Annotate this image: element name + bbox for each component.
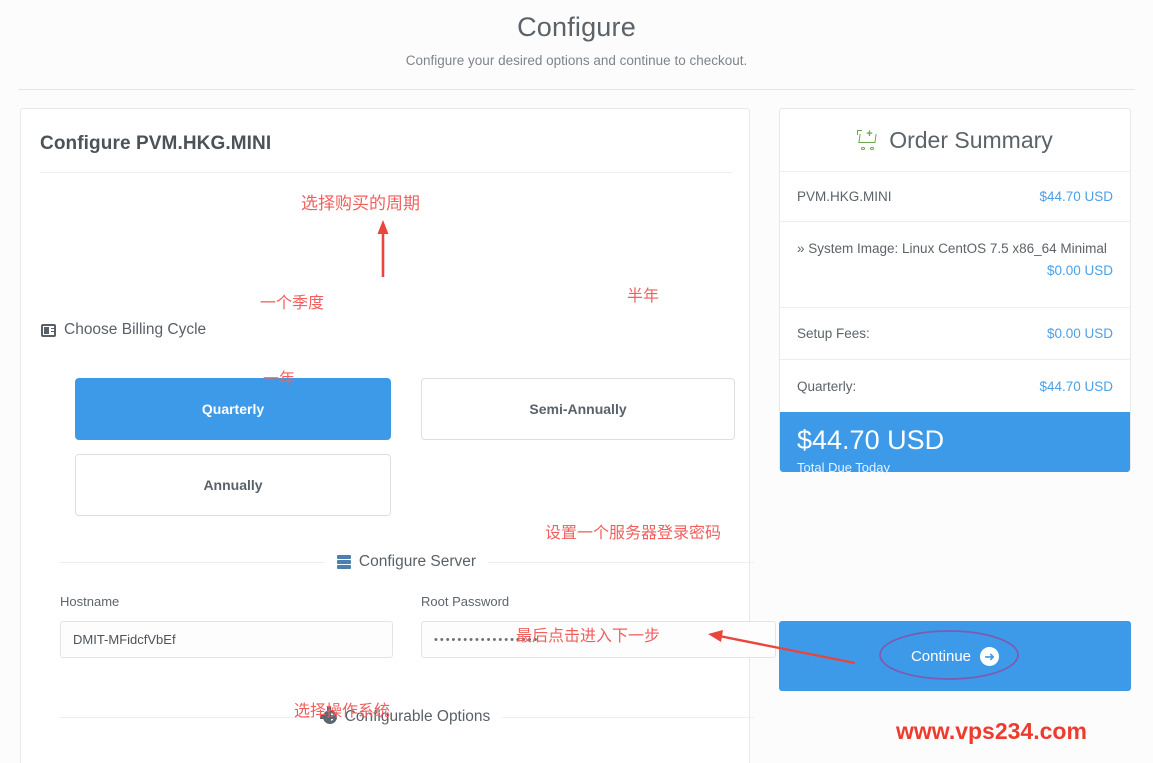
total-amount: $44.70 USD [797,425,945,455]
panel-title-divider [40,172,732,173]
order-row-amount: $44.70 USD [1039,378,1113,394]
order-row-amount: $0.00 USD [1046,326,1113,341]
annotation-annually: 一年 [263,369,296,388]
order-row-amount: $44.70 USD [1039,189,1113,204]
order-summary-row-quarterly: Quarterly: $44.70 USD [780,360,1130,412]
server-icon [336,555,351,569]
configure-server-label-text: Configure Server [358,553,477,570]
page-root: Configure Configure your desired options… [0,0,1153,763]
order-row-name: PVM.HKG.MINI [797,189,892,204]
watermark: www.vps234.com [896,718,1087,744]
shopping-cart-icon: + [857,129,879,150]
root-password-label: Root Password [421,594,510,609]
billing-cycle-quarterly-label: Quarterly [201,401,265,417]
order-summary-row-setup-fees: Setup Fees: $0.00 USD [780,308,1130,360]
total-label: Total Due Today [797,460,890,475]
order-row-amount: $0.00 USD [1046,262,1113,278]
continue-button[interactable]: Continue [779,621,1131,691]
annotation-choose-cycle: 选择购买的周期 [301,194,420,214]
divider-line-left [59,561,325,563]
configurable-options-section-header: Configurable Options [59,707,754,727]
hostname-input[interactable]: DMIT-MFidcfVbEf [60,621,393,658]
order-row-name: Quarterly: [797,378,857,394]
order-summary-panel: + Order Summary PVM.HKG.MINI $44.70 USD … [779,108,1131,475]
credit-card-icon [41,323,56,337]
billing-cycle-section-label: Choose Billing Cycle [41,321,206,339]
order-summary-row-config-option: » System Image: Linux CentOS 7.5 x86_64 … [780,222,1130,308]
order-summary-total: $44.70 USD Total Due Today [780,412,1130,475]
page-subtitle: Configure your desired options and conti… [405,53,748,68]
annotation-root-password: 设置一个服务器登录密码 [545,523,722,542]
billing-cycle-quarterly[interactable]: Quarterly [75,378,391,440]
configure-panel-header: Configure PVM.HKG.MINI [21,109,749,155]
page-title: Configure [517,12,636,42]
divider-line-left [59,716,311,718]
order-row-name: » System Image: Linux CentOS 7.5 x86_64 … [797,241,1107,256]
billing-cycle-annually[interactable]: Annually [75,454,391,516]
billing-cycle-semi-annually[interactable]: Semi-Annually [421,378,735,440]
order-summary-title: Order Summary [889,126,1053,153]
arrow-right-circle-icon [980,646,1000,666]
header-divider [18,89,1135,90]
annotation-continue: 最后点击进入下一步 [516,626,661,645]
billing-cycle-annually-label: Annually [203,477,263,493]
billing-cycle-label-text: Choose Billing Cycle [64,321,207,338]
order-summary-row-product: PVM.HKG.MINI $44.70 USD [780,172,1130,222]
annotation-system-image: 选择操作系统 [294,701,391,720]
page-header: Configure Configure your desired options… [0,0,1153,90]
divider-line-right [502,716,754,718]
divider-line-right [488,561,755,563]
annotation-quarterly: 一个季度 [260,293,325,312]
continue-button-label: Continue [910,647,972,665]
billing-cycle-semi-annually-label: Semi-Annually [529,401,627,417]
configure-panel-title: Configure PVM.HKG.MINI [40,133,272,154]
annotation-semi-annually: 半年 [627,286,660,305]
configure-server-section-header: Configure Server [59,552,755,572]
order-summary-header: + Order Summary [780,109,1130,172]
hostname-label: Hostname [60,594,120,609]
order-row-name: Setup Fees: [797,326,870,341]
